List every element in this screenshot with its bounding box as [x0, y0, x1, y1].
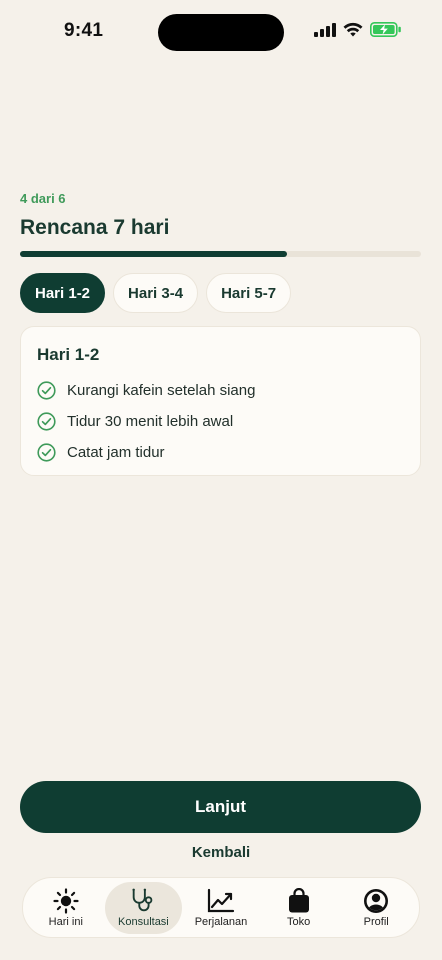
nav-item-konsultasi[interactable]: Konsultasi: [104, 881, 183, 934]
battery-charging-icon: [370, 22, 402, 42]
page-title: Rencana 7 hari: [20, 216, 170, 239]
status-time: 9:41: [64, 20, 104, 41]
step-counter: 4 dari 6: [20, 191, 66, 206]
status-icons: [314, 22, 402, 42]
checklist-item: Catat jam tidur: [37, 437, 404, 468]
nav-label: Hari ini: [48, 915, 83, 928]
checklist-item: Tidur 30 menit lebih awal: [37, 406, 404, 437]
nav-label: Perjalanan: [194, 915, 248, 928]
wifi-icon: [343, 22, 363, 42]
checklist-item: Kurangi kafein setelah siang: [37, 375, 404, 406]
dynamic-island: [158, 14, 284, 51]
profile-icon: [362, 888, 390, 914]
trend-chart-icon: [207, 888, 235, 914]
continue-button[interactable]: Lanjut: [20, 781, 421, 833]
nav-label: Toko: [286, 915, 311, 928]
shopping-bag-icon: [285, 887, 313, 914]
nav-item-toko[interactable]: Toko: [260, 882, 338, 934]
card-title: Hari 1-2: [37, 345, 100, 364]
check-circle-icon: [37, 381, 56, 400]
check-circle-icon: [37, 443, 56, 462]
bottom-nav: Hari ini Konsultasi Perjalanan Toko Prof…: [22, 877, 420, 938]
checklist-item-text: Kurangi kafein setelah siang: [67, 382, 256, 399]
app-screen: 9:41 4 dari 6 Rencana 7 hari Hari 1-2 Ha…: [0, 0, 442, 960]
back-button[interactable]: Kembali: [0, 844, 442, 861]
nav-item-profil[interactable]: Profil: [337, 882, 415, 934]
progress-fill: [20, 251, 288, 257]
day-plan-card: Hari 1-2 Kurangi kafein setelah siang Ti…: [20, 326, 421, 476]
checklist-item-text: Tidur 30 menit lebih awal: [67, 413, 234, 430]
sun-icon: [52, 887, 80, 914]
nav-item-hari-ini[interactable]: Hari ini: [27, 882, 105, 934]
tab-hari-5-7[interactable]: Hari 5-7: [206, 273, 292, 313]
tab-hari-1-2[interactable]: Hari 1-2: [20, 273, 106, 313]
stethoscope-icon: [129, 888, 157, 914]
nav-label: Profil: [363, 915, 389, 928]
checklist-item-text: Catat jam tidur: [67, 444, 165, 461]
progress-bar: [20, 251, 421, 257]
day-tabs: Hari 1-2 Hari 3-4 Hari 5-7: [20, 273, 292, 313]
cellular-signal-icon: [314, 22, 336, 42]
check-circle-icon: [37, 412, 56, 431]
nav-label: Konsultasi: [118, 915, 169, 928]
nav-item-perjalanan[interactable]: Perjalanan: [182, 882, 260, 934]
tab-hari-3-4[interactable]: Hari 3-4: [113, 273, 199, 313]
